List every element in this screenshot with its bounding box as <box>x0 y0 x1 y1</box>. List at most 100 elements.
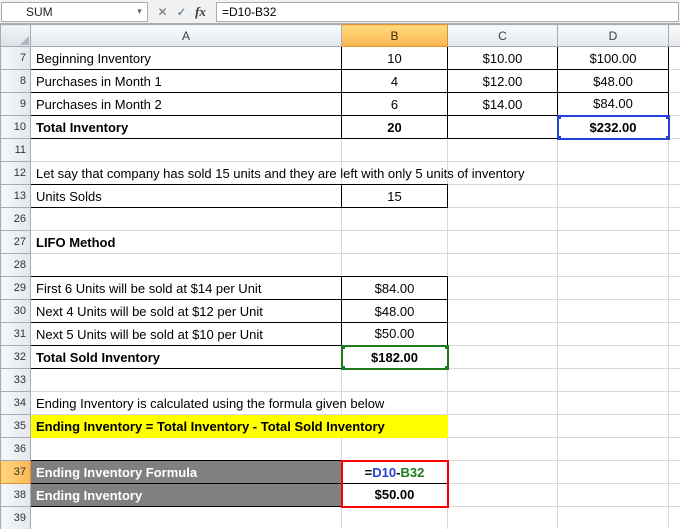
cell-A13[interactable]: Units Solds <box>30 184 342 208</box>
col-header-C[interactable]: C <box>447 24 558 47</box>
row-header-11[interactable]: 11 <box>0 138 31 162</box>
cell-A30[interactable]: Next 4 Units will be sold at $12 per Uni… <box>30 299 342 323</box>
cell-D27[interactable] <box>557 230 669 254</box>
cell-E34[interactable] <box>668 391 680 415</box>
cell-E12[interactable] <box>668 161 680 185</box>
cell-A9[interactable]: Purchases in Month 2 <box>30 92 342 116</box>
cell-B26[interactable] <box>341 207 448 231</box>
cell-A10[interactable]: Total Inventory <box>30 115 342 139</box>
row-header-13[interactable]: 13 <box>0 184 31 208</box>
cell-C26[interactable] <box>447 207 558 231</box>
cell-D37[interactable] <box>557 460 669 484</box>
cell-B10[interactable]: 20 <box>341 115 448 139</box>
cell-C38[interactable] <box>447 483 558 507</box>
cell-D38[interactable] <box>557 483 669 507</box>
cell-D33[interactable] <box>557 368 669 392</box>
cell-D36[interactable] <box>557 437 669 461</box>
cell-E10[interactable] <box>668 115 680 139</box>
cell-C9[interactable]: $14.00 <box>447 92 558 116</box>
cell-E13[interactable] <box>668 184 680 208</box>
cell-D11[interactable] <box>557 138 669 162</box>
cell-C36[interactable] <box>447 437 558 461</box>
cell-A11[interactable] <box>30 138 342 162</box>
cell-E36[interactable] <box>668 437 680 461</box>
cell-D8[interactable]: $48.00 <box>557 69 669 93</box>
cell-C28[interactable] <box>447 253 558 277</box>
cell-B28[interactable] <box>341 253 448 277</box>
cell-C11[interactable] <box>447 138 558 162</box>
cell-D34[interactable] <box>557 391 669 415</box>
cell-E30[interactable] <box>668 299 680 323</box>
cell-E38[interactable] <box>668 483 680 507</box>
cell-E7[interactable] <box>668 46 680 70</box>
cell-C31[interactable] <box>447 322 558 346</box>
cell-E33[interactable] <box>668 368 680 392</box>
cell-D10[interactable]: $232.00 <box>556 114 670 140</box>
row-header-36[interactable]: 36 <box>0 437 31 461</box>
row-header-27[interactable]: 27 <box>0 230 31 254</box>
cell-D32[interactable] <box>557 345 669 369</box>
cell-E35[interactable] <box>668 414 680 438</box>
cell-A31[interactable]: Next 5 Units will be sold at $10 per Uni… <box>30 322 342 346</box>
cell-A33[interactable] <box>30 368 342 392</box>
row-header-30[interactable]: 30 <box>0 299 31 323</box>
cell-B37[interactable]: =D10-B32 <box>340 459 449 484</box>
cell-E32[interactable] <box>668 345 680 369</box>
row-header-7[interactable]: 7 <box>0 46 31 70</box>
cell-A8[interactable]: Purchases in Month 1 <box>30 69 342 93</box>
cell-B33[interactable] <box>341 368 448 392</box>
row-header-32[interactable]: 32 <box>0 345 31 369</box>
cell-B27[interactable] <box>341 230 448 254</box>
cell-C33[interactable] <box>447 368 558 392</box>
cell-A35[interactable]: Ending Inventory = Total Inventory - Tot… <box>30 414 385 438</box>
cell-C32[interactable] <box>447 345 558 369</box>
cell-A7[interactable]: Beginning Inventory <box>30 46 342 70</box>
row-header-10[interactable]: 10 <box>0 115 31 139</box>
cell-B30[interactable]: $48.00 <box>341 299 448 323</box>
cell-B7[interactable]: 10 <box>341 46 448 70</box>
insert-function-icon[interactable]: fx <box>191 4 210 20</box>
cell-C39[interactable] <box>447 506 558 529</box>
cell-E28[interactable] <box>668 253 680 277</box>
cell-D35[interactable] <box>557 414 669 438</box>
row-header-35[interactable]: 35 <box>0 414 31 438</box>
cell-D39[interactable] <box>557 506 669 529</box>
cell-E26[interactable] <box>668 207 680 231</box>
row-header-31[interactable]: 31 <box>0 322 31 346</box>
row-header-33[interactable]: 33 <box>0 368 31 392</box>
row-header-37[interactable]: 37 <box>0 460 31 484</box>
cell-B9[interactable]: 6 <box>341 92 448 116</box>
col-header-B[interactable]: B <box>341 24 448 47</box>
cell-E9[interactable] <box>668 92 680 116</box>
formula-input[interactable]: =D10-B32 <box>216 1 679 22</box>
cell-A37[interactable]: Ending Inventory Formula <box>30 460 342 484</box>
cell-A27[interactable]: LIFO Method <box>30 230 342 254</box>
cell-E39[interactable] <box>668 506 680 529</box>
cell-A32[interactable]: Total Sold Inventory <box>30 345 342 369</box>
cell-B32[interactable]: $182.00 <box>340 344 449 370</box>
row-header-26[interactable]: 26 <box>0 207 31 231</box>
row-header-29[interactable]: 29 <box>0 276 31 300</box>
cell-D9[interactable]: $84.00 <box>557 92 669 116</box>
enter-icon[interactable]: ✓ <box>172 5 191 19</box>
cell-C29[interactable] <box>447 276 558 300</box>
cell-E27[interactable] <box>668 230 680 254</box>
cell-E29[interactable] <box>668 276 680 300</box>
cell-B29[interactable]: $84.00 <box>341 276 448 300</box>
cancel-icon[interactable]: ✕ <box>153 5 172 19</box>
cell-C30[interactable] <box>447 299 558 323</box>
cell-C10[interactable] <box>447 115 558 139</box>
cell-C8[interactable]: $12.00 <box>447 69 558 93</box>
cell-C34[interactable] <box>447 391 558 415</box>
cell-A39[interactable] <box>30 506 342 529</box>
cell-A38[interactable]: Ending Inventory <box>30 483 342 507</box>
cell-B8[interactable]: 4 <box>341 69 448 93</box>
name-box[interactable]: SUM ▾ <box>1 1 148 22</box>
cell-D12[interactable] <box>557 161 669 185</box>
cell-E31[interactable] <box>668 322 680 346</box>
row-header-8[interactable]: 8 <box>0 69 31 93</box>
cell-C27[interactable] <box>447 230 558 254</box>
cell-C7[interactable]: $10.00 <box>447 46 558 70</box>
cell-A34[interactable]: Ending Inventory is calculated using the… <box>30 391 384 415</box>
cell-A28[interactable] <box>30 253 342 277</box>
